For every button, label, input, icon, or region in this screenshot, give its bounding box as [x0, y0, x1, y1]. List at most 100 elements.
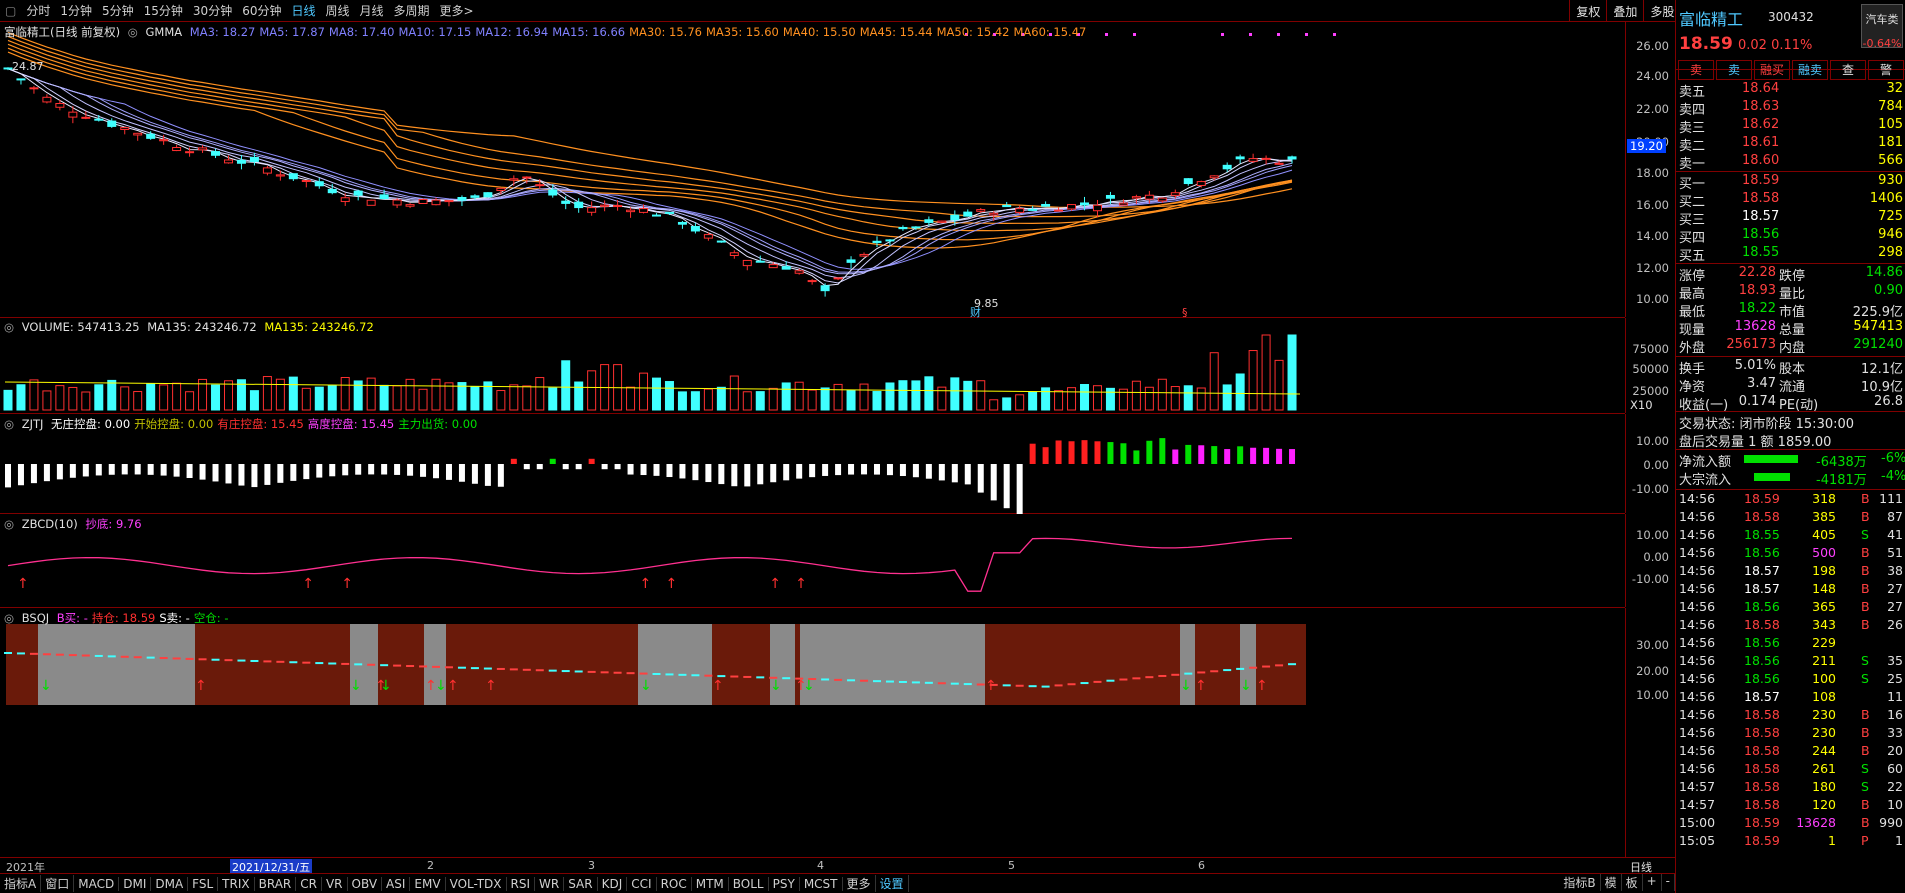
- candle-body: [68, 111, 78, 118]
- bottom-right-button-2[interactable]: 板: [1622, 874, 1643, 891]
- timeframe-10[interactable]: 更多>: [435, 2, 479, 19]
- indicator-tab-25[interactable]: 设置: [876, 875, 909, 892]
- bsqj-panel[interactable]: ◎ BSQJ B买: - 持仓: 18.59 S卖: - 空仓: - ↓ ↑ ↓ ↑ ↓ ↑ ↓ ↑…: [0, 608, 1669, 857]
- sector-badge[interactable]: 汽车类 -0.64%: [1861, 4, 1903, 50]
- bottom-right-button-4[interactable]: -: [1662, 874, 1675, 891]
- zbcd-name: ZBCD(10): [21, 517, 78, 531]
- candle-body: [1287, 156, 1297, 160]
- stat-value: 0.174: [1738, 394, 1776, 409]
- zjtj-bar: [1094, 441, 1101, 464]
- volume-bar: [846, 390, 856, 411]
- trade-button-2[interactable]: 融买: [1754, 60, 1790, 80]
- trade-button-5[interactable]: 警: [1868, 60, 1904, 80]
- indicator-tab-9[interactable]: VR: [322, 876, 348, 891]
- menu-icon[interactable]: ▢: [0, 4, 21, 18]
- indicator-tab-20[interactable]: MTM: [692, 876, 729, 891]
- timeframe-0[interactable]: 分时: [21, 2, 55, 19]
- indicator-tab-8[interactable]: CR: [296, 876, 322, 891]
- tick-price: 18.59: [1744, 833, 1780, 848]
- indicator-tab-14[interactable]: RSI: [507, 876, 536, 891]
- indicator-tab-6[interactable]: TRIX: [218, 876, 255, 891]
- stat-value: 3.47: [1747, 376, 1776, 391]
- timeframe-3[interactable]: 15分钟: [139, 2, 188, 19]
- volume-bar: [1157, 378, 1167, 411]
- indicator-tab-23[interactable]: MCST: [800, 876, 843, 891]
- indicator-tab-15[interactable]: WR: [535, 876, 565, 891]
- tick-side: B: [1861, 491, 1870, 506]
- indicator-tab-21[interactable]: BOLL: [729, 876, 769, 891]
- indicator-tab-4[interactable]: DMA: [151, 876, 189, 891]
- bsqj-item-0: B买: -: [56, 611, 88, 625]
- tick-volume: 230: [1812, 725, 1836, 740]
- candle-body: [677, 221, 687, 225]
- indicator-tab-16[interactable]: SAR: [564, 876, 598, 891]
- indicator-tab-22[interactable]: PSY: [769, 876, 800, 891]
- indicator-tab-3[interactable]: DMI: [119, 876, 152, 891]
- timeframe-2[interactable]: 5分钟: [97, 2, 139, 19]
- indicator-tab-17[interactable]: KDJ: [598, 876, 628, 891]
- indicator-tab-7[interactable]: BRAR: [255, 876, 297, 891]
- bsqj-name: BSQJ: [21, 611, 50, 625]
- timeframe-5[interactable]: 60分钟: [237, 2, 286, 19]
- netin-pct: -6%: [1881, 451, 1905, 466]
- quote-change: 0.02 0.11%: [1738, 38, 1813, 53]
- timeframe-6[interactable]: 日线: [286, 2, 320, 19]
- tick-price: 18.57: [1744, 581, 1780, 596]
- zjtj-bar: [186, 464, 193, 478]
- zjtj-bar: [445, 464, 452, 480]
- ma-short-line: [7, 68, 1293, 284]
- indicator-tab-13[interactable]: VOL-TDX: [446, 876, 507, 891]
- timeframe-1[interactable]: 1分钟: [55, 2, 97, 19]
- tick-side: S: [1861, 761, 1869, 776]
- bottom-right-button-3[interactable]: +: [1643, 874, 1662, 891]
- zjtj-bar: [1172, 449, 1179, 464]
- zjtj-bar: [69, 464, 76, 478]
- zjtj-bar: [912, 464, 919, 478]
- indicator-tab-24[interactable]: 更多: [843, 875, 876, 892]
- indicator-tab-12[interactable]: EMV: [410, 876, 446, 891]
- indicator-tab-10[interactable]: OBV: [348, 876, 383, 891]
- volume-bar: [159, 384, 169, 411]
- candle-body: [288, 173, 298, 180]
- sell-arrow: ↓: [1240, 678, 1252, 694]
- stat-row: 换手 5.01% 股本 12.1亿: [1676, 357, 1905, 377]
- buy-arrow: ↑: [1195, 678, 1207, 694]
- stat-row: 现量 13628 总量 547413: [1676, 318, 1905, 338]
- zjtj-axis: 10.00 0.00 -10.00: [1625, 414, 1675, 513]
- volume-bar: [885, 382, 895, 411]
- trade-button-3[interactable]: 融卖: [1792, 60, 1828, 80]
- zjtj-panel[interactable]: ◎ ZJTJ 无庄控盘: 0.00 开始控盘: 0.00 有庄控盘: 15.45 高度…: [0, 414, 1669, 514]
- trade-button-0[interactable]: 卖: [1678, 60, 1714, 80]
- tick-side: B: [1861, 707, 1870, 722]
- stat-label: 内盘: [1779, 341, 1806, 356]
- indicator-tab-0[interactable]: 指标A: [0, 875, 42, 892]
- timeframe-4[interactable]: 30分钟: [188, 2, 237, 19]
- tool-button-1[interactable]: 叠加: [1606, 0, 1643, 22]
- zbcd-panel[interactable]: ◎ ZBCD(10) 抄底: 9.76 ↑ ↑ ↑ ↑ ↑ ↑ ↑ 10.00 0.00 -10…: [0, 514, 1669, 608]
- indicator-tab-1[interactable]: 窗口: [41, 875, 75, 892]
- candle-body: [1144, 194, 1154, 200]
- candle-body: [1222, 164, 1232, 170]
- timeframe-7[interactable]: 周线: [321, 2, 355, 19]
- volume-panel[interactable]: ◎ VOLUME: 547413.25 MA135: 243246.72 MA1…: [0, 318, 1669, 414]
- indicator-tab-18[interactable]: CCI: [627, 876, 657, 891]
- axis-tick: -10.00: [1631, 482, 1669, 496]
- signal-dot: [1105, 33, 1108, 36]
- indicator-tab-5[interactable]: FSL: [188, 876, 219, 891]
- bottom-right-button-0[interactable]: 指标B: [1559, 874, 1601, 891]
- main-kline-panel[interactable]: 富临精工(日线 前复权) ◎ GMMA MA3: 18.27 MA5: 17.87…: [0, 22, 1669, 318]
- volume-bar: [379, 384, 389, 411]
- tool-button-0[interactable]: 复权: [1569, 0, 1606, 22]
- indicator-tab-11[interactable]: ASI: [382, 876, 411, 891]
- indicator-tab-19[interactable]: ROC: [657, 876, 692, 891]
- trade-button-1[interactable]: 卖: [1716, 60, 1752, 80]
- bottom-right-button-1[interactable]: 模: [1601, 874, 1622, 891]
- tick-row: 14:56 18.56 500 B 51: [1676, 544, 1905, 562]
- timeframe-8[interactable]: 月线: [355, 2, 389, 19]
- timeframe-9[interactable]: 多周期: [389, 2, 435, 19]
- signal-dot: [1305, 33, 1308, 36]
- indicator-tab-2[interactable]: MACD: [74, 876, 120, 891]
- trade-button-4[interactable]: 查: [1830, 60, 1866, 80]
- zjtj-bar: [484, 464, 491, 486]
- candlestick-chart[interactable]: 24.879.85财 §: [0, 22, 1625, 318]
